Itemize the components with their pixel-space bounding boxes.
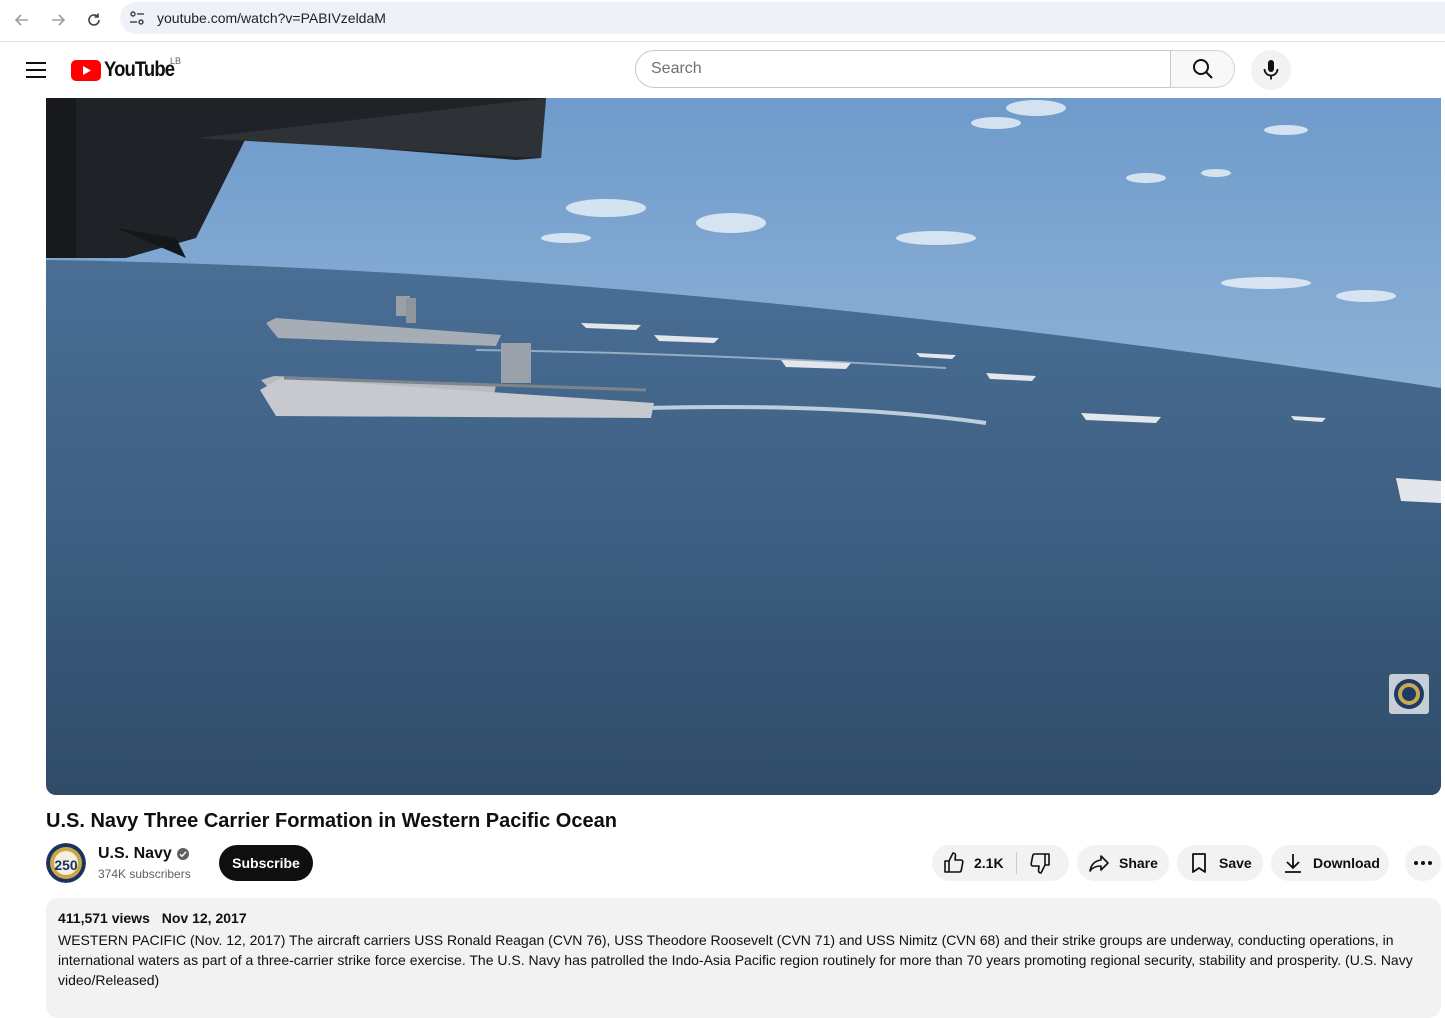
dislike-icon: [1030, 853, 1050, 874]
like-button[interactable]: 2.1K: [932, 845, 1004, 881]
search-input[interactable]: [651, 60, 1151, 78]
share-button[interactable]: Share: [1077, 845, 1169, 881]
reload-button[interactable]: [81, 7, 107, 33]
like-divider: [1016, 852, 1017, 874]
search-button[interactable]: [1171, 50, 1235, 88]
forward-button[interactable]: [45, 7, 71, 33]
save-label: Save: [1219, 855, 1252, 871]
menu-icon: [26, 62, 46, 78]
video-player[interactable]: [46, 98, 1441, 795]
url-text[interactable]: youtube.com/watch?v=PABIVzeldaM: [157, 10, 386, 26]
youtube-logo[interactable]: YouTube: [71, 58, 184, 81]
channel-avatar[interactable]: 250: [46, 843, 86, 883]
site-settings-icon[interactable]: [128, 9, 146, 27]
mic-icon: [1263, 60, 1279, 80]
more-actions-button[interactable]: [1405, 845, 1441, 881]
search-box: [635, 50, 1171, 88]
avatar-text: 250: [54, 857, 78, 873]
back-icon: [14, 14, 28, 26]
navy-watermark-icon: [1389, 674, 1429, 714]
reload-icon: [88, 13, 100, 26]
back-button[interactable]: [9, 7, 35, 33]
channel-name[interactable]: U.S. Navy: [98, 845, 189, 863]
video-title: U.S. Navy Three Carrier Formation in Wes…: [46, 810, 617, 832]
youtube-logo-icon: [71, 59, 101, 81]
like-icon: [944, 852, 964, 873]
voice-search-button[interactable]: [1251, 50, 1291, 90]
logo-wordmark: YouTube: [104, 58, 175, 81]
like-count: 2.1K: [974, 855, 1004, 871]
subscriber-count: 374K subscribers: [98, 867, 191, 881]
verified-icon: [176, 848, 189, 860]
download-label: Download: [1313, 855, 1380, 871]
guide-menu-button[interactable]: [22, 56, 50, 84]
forward-icon: [52, 14, 66, 26]
download-button[interactable]: Download: [1271, 845, 1389, 881]
video-frame: [46, 98, 1441, 795]
subscribe-button[interactable]: Subscribe: [219, 845, 313, 881]
browser-toolbar: youtube.com/watch?v=PABIVzeldaM: [0, 0, 1445, 42]
address-bar[interactable]: youtube.com/watch?v=PABIVzeldaM: [120, 2, 1445, 34]
search-icon: [1192, 59, 1213, 79]
save-icon: [1187, 851, 1211, 875]
youtube-header: YouTube LB: [0, 42, 1445, 98]
like-dislike-group: 2.1K: [932, 845, 1069, 881]
dislike-button[interactable]: [1028, 851, 1052, 878]
view-count: 411,571 views: [58, 910, 150, 926]
share-label: Share: [1119, 855, 1158, 871]
description-box[interactable]: 411,571 views Nov 12, 2017 WESTERN PACIF…: [46, 898, 1441, 1018]
upload-date: Nov 12, 2017: [161, 910, 247, 926]
description-text: WESTERN PACIFIC (Nov. 12, 2017) The airc…: [58, 932, 1413, 988]
country-code: LB: [170, 56, 182, 66]
download-icon: [1281, 851, 1305, 875]
description-meta: 411,571 views Nov 12, 2017: [58, 910, 247, 926]
share-icon: [1087, 851, 1111, 875]
more-icon: [1414, 861, 1432, 865]
channel-name-text[interactable]: U.S. Navy: [98, 845, 172, 863]
save-button[interactable]: Save: [1177, 845, 1263, 881]
